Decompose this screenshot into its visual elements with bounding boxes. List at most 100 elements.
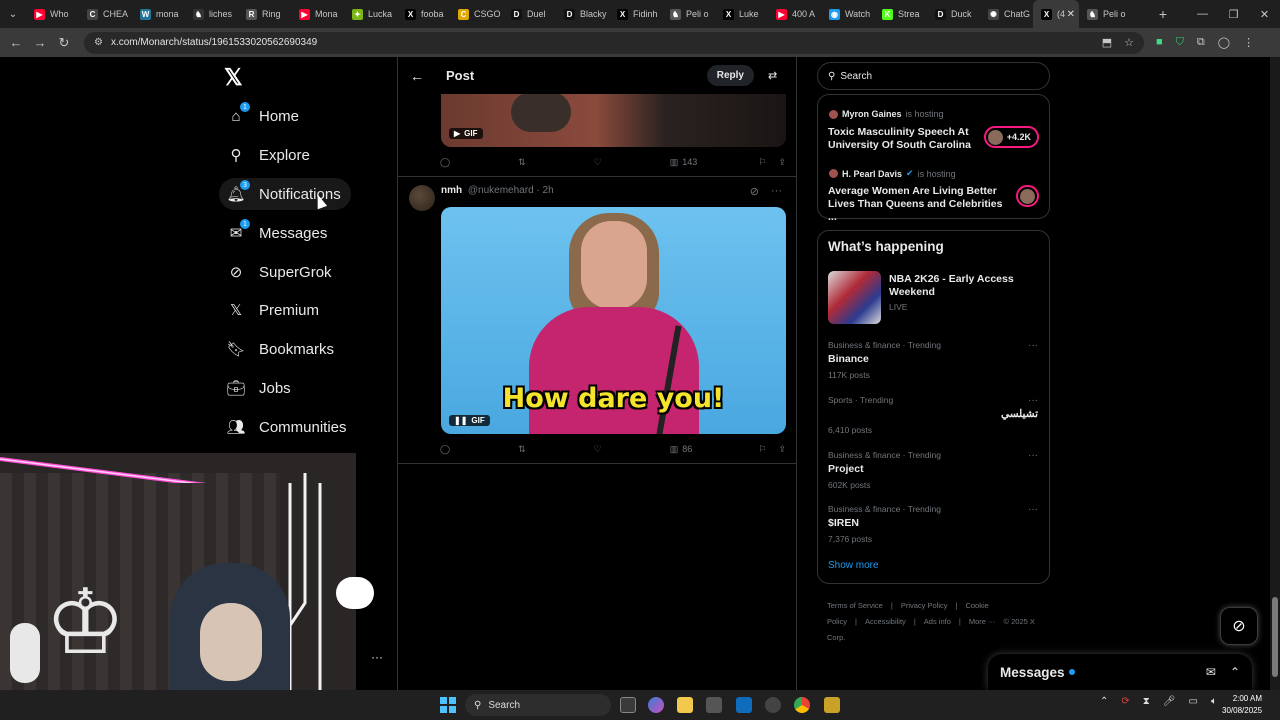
space-listeners-pill[interactable]: +4.2K	[983, 126, 1039, 148]
more-options-icon[interactable]: ···	[1028, 340, 1038, 351]
chrome-icon[interactable]	[794, 697, 810, 713]
close-window-button[interactable]: ✕	[1249, 8, 1280, 21]
network-icon[interactable]: ⧗	[1143, 696, 1150, 707]
tab-search-button[interactable]: ⌄	[0, 0, 26, 28]
browser-tab[interactable]: X (4 ✕	[1033, 0, 1079, 28]
footer-link[interactable]: More ···	[969, 617, 996, 626]
footer-link[interactable]: Ads info	[924, 617, 951, 626]
bookmark-icon[interactable]: ⚐	[758, 157, 766, 168]
browser-tab[interactable]: D Duel	[503, 0, 556, 28]
taskbar-search[interactable]: ⚲ Search	[465, 694, 611, 716]
post-gif[interactable]: How dare you! ❚❚ GIF	[441, 207, 786, 434]
reload-button[interactable]: ↻	[52, 35, 76, 51]
more-options-icon[interactable]: ···	[1028, 504, 1038, 515]
trend-thumbnail[interactable]	[828, 271, 881, 324]
browser-menu-icon[interactable]: ⋮	[1243, 36, 1254, 49]
browser-tab[interactable]: ▶ 400 A	[768, 0, 821, 28]
back-arrow-icon[interactable]: ←	[410, 68, 424, 84]
timestamp[interactable]: · 2h	[536, 185, 553, 196]
browser-tab[interactable]: ▶ Mona	[291, 0, 344, 28]
trend-item[interactable]: Sports · Trending تشيلسي 6,410 posts ···	[828, 395, 1038, 435]
site-info-icon[interactable]: ⚙	[94, 37, 103, 48]
nav-item-supergrok[interactable]: ⊘ SuperGrok	[219, 256, 342, 288]
browser-tab[interactable]: ◉ Watch	[821, 0, 874, 28]
start-button[interactable]	[440, 697, 456, 713]
x-logo-icon[interactable]: 𝕏	[224, 64, 248, 90]
space-listeners-pill[interactable]	[1016, 185, 1039, 207]
show-more-link[interactable]: Show more	[828, 560, 879, 571]
browser-tab[interactable]: Xfooba	[397, 0, 450, 28]
nav-item-premium[interactable]: 𝕏 Premium	[219, 294, 329, 326]
minimize-button[interactable]: —	[1187, 8, 1218, 21]
extension-icon[interactable]: ■	[1156, 36, 1163, 49]
forward-button[interactable]: →	[28, 35, 52, 50]
views-count[interactable]: ▥ 86	[670, 444, 693, 455]
sync-icon[interactable]: ⟳	[1121, 696, 1129, 707]
display-icon[interactable]: ▭	[1189, 696, 1198, 707]
store-icon[interactable]	[706, 697, 722, 713]
nav-item-home[interactable]: ⌂ 1 Home	[219, 100, 309, 132]
trend-item[interactable]: Business & finance · Trending $IREN 7,376 …	[828, 504, 1038, 544]
browser-tab[interactable]: D Blacky	[556, 0, 609, 28]
browser-tab[interactable]: ▶ Who	[26, 0, 79, 28]
browser-tab[interactable]: Wmona	[132, 0, 185, 28]
bookmark-star-icon[interactable]: ☆	[1124, 36, 1134, 49]
copilot-icon[interactable]	[648, 697, 664, 713]
featured-trend[interactable]: NBA 2K26 - Early Access Weekend LIVE	[889, 273, 1039, 312]
views-count[interactable]: ▥ 143	[670, 157, 698, 168]
reply-button[interactable]: Reply	[706, 65, 754, 86]
new-message-icon[interactable]: ✉	[1206, 665, 1216, 679]
bookmark-icon[interactable]: ⚐	[758, 444, 766, 455]
grok-icon[interactable]: ⊘	[750, 185, 759, 198]
browser-tab[interactable]: D Duck	[927, 0, 980, 28]
browser-tab[interactable]: X Fidinh	[609, 0, 662, 28]
app-icon[interactable]	[765, 697, 781, 713]
clock[interactable]: 2:00 AM 30/08/2025	[1222, 693, 1262, 717]
nav-item-jobs[interactable]: 💼︎ Jobs	[219, 372, 301, 404]
gif-badge[interactable]: ▶ GIF	[449, 128, 483, 139]
chevron-up-icon[interactable]: ⌃	[1100, 696, 1108, 707]
maximize-button[interactable]: ❐	[1218, 8, 1249, 21]
browser-tab[interactable]: C CHEA	[79, 0, 132, 28]
like-icon[interactable]: ♡	[594, 157, 602, 168]
browser-tab[interactable]: ♞ Peli o	[662, 0, 715, 28]
share-icon[interactable]: ⇪	[778, 157, 786, 168]
nav-item-messages[interactable]: ✉ 1 Messages	[219, 217, 337, 249]
expand-icon[interactable]: ⌃	[1230, 665, 1240, 679]
avatar[interactable]	[409, 185, 435, 211]
footer-link[interactable]: Terms of Service	[827, 601, 883, 610]
grok-button[interactable]: ⊘	[1220, 607, 1258, 645]
space-title[interactable]: Toxic Masculinity Speech At University O…	[828, 126, 1008, 152]
more-options-icon[interactable]: ···	[1028, 395, 1038, 406]
scroll-thumb[interactable]	[1272, 597, 1278, 677]
reply-settings-icon[interactable]: ⇄	[768, 69, 780, 82]
nav-item-notifications[interactable]: 🔔︎ 3 Notifications	[219, 178, 351, 210]
browser-tab[interactable]: C CSGO	[450, 0, 503, 28]
more-options-icon[interactable]: ···	[1028, 450, 1038, 461]
handle[interactable]: @nukemehard	[468, 185, 534, 196]
reply-icon[interactable]: ◯	[440, 157, 450, 168]
task-view-icon[interactable]	[620, 697, 636, 713]
app-icon[interactable]	[824, 697, 840, 713]
gif-badge[interactable]: ❚❚ GIF	[449, 415, 490, 426]
footer-link[interactable]: Accessibility	[865, 617, 906, 626]
nav-item-communities[interactable]: 👥︎ Communities	[219, 411, 357, 443]
search-input[interactable]: ⚲ Search	[817, 62, 1050, 90]
footer-link[interactable]: Privacy Policy	[901, 601, 948, 610]
space-title[interactable]: Average Women Are Living Better Lives Th…	[828, 185, 1008, 224]
reply-icon[interactable]: ◯	[440, 444, 450, 455]
shield-icon[interactable]: ⛉	[1176, 36, 1184, 49]
display-name[interactable]: nmh	[441, 185, 462, 196]
file-explorer-icon[interactable]	[677, 697, 693, 713]
nav-item-bookmarks[interactable]: 🔖︎ Bookmarks	[219, 333, 344, 365]
back-button[interactable]: ←	[4, 35, 28, 50]
browser-tab[interactable]: R Ring	[238, 0, 291, 28]
scrollbar[interactable]	[1270, 57, 1280, 690]
repost-icon[interactable]: ⇅	[518, 157, 526, 168]
tab-close-icon[interactable]: ✕	[1067, 9, 1075, 20]
share-icon[interactable]: ⇪	[778, 444, 786, 455]
browser-tab[interactable]: ♞ liches	[185, 0, 238, 28]
trend-item[interactable]: Business & finance · Trending Project 602K…	[828, 450, 1038, 490]
like-icon[interactable]: ♡	[594, 444, 602, 455]
new-tab-button[interactable]: +	[1152, 6, 1174, 22]
